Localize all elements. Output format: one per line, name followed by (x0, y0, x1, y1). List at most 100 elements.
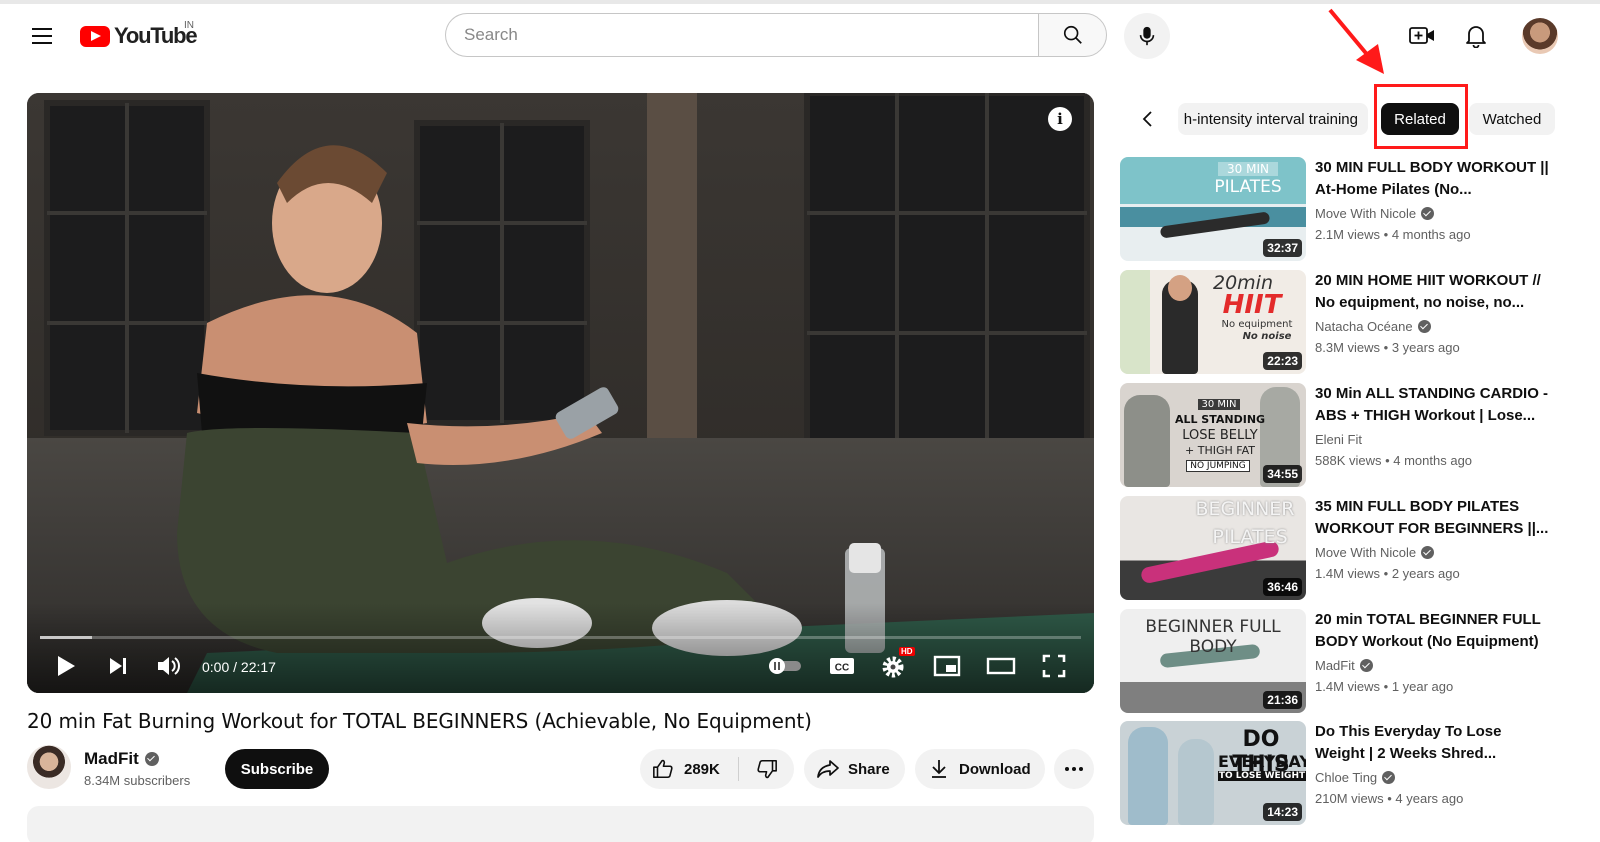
search-input[interactable] (445, 13, 1038, 57)
more-actions-button[interactable] (1054, 749, 1094, 789)
related-channel-name: Move With Nicole (1315, 206, 1417, 221)
thumbnail-caption: NO JUMPING (1186, 460, 1250, 472)
volume-button[interactable] (154, 651, 184, 681)
video-title: 20 min Fat Burning Workout for TOTAL BEG… (27, 709, 812, 733)
region-code: IN (184, 20, 194, 31)
search-icon (1063, 25, 1082, 44)
video-duration: 22:23 (1263, 352, 1302, 370)
gear-icon (882, 656, 904, 678)
thumbnail-caption: 30 MIN (1218, 162, 1278, 176)
thumbnail-caption: HIIT (1222, 290, 1282, 320)
subtitles-button[interactable]: CC (827, 651, 857, 681)
related-video-item[interactable]: 30 MIN ALL STANDING LOSE BELLY + THIGH F… (1120, 383, 1560, 487)
related-video-item[interactable]: 30 MIN PILATES 32:37 30 MIN FULL BODY WO… (1120, 157, 1560, 261)
play-button[interactable] (51, 651, 81, 681)
chip-watched[interactable]: Watched (1469, 103, 1555, 135)
like-button[interactable]: 289K (640, 749, 738, 789)
autoplay-toggle[interactable] (765, 651, 805, 681)
share-label: Share (848, 760, 890, 778)
upload-age: 3 years ago (1391, 340, 1460, 355)
subscribe-button[interactable]: Subscribe (225, 749, 329, 789)
share-button[interactable]: Share (804, 749, 905, 789)
download-icon (932, 760, 946, 778)
dislike-button[interactable] (739, 749, 794, 789)
cc-icon: CC (830, 658, 854, 674)
bell-icon (1466, 26, 1486, 48)
channel-name-link[interactable]: MadFit (84, 749, 159, 769)
notifications-button[interactable] (1458, 18, 1494, 54)
description-box[interactable] (27, 806, 1094, 842)
info-button[interactable]: i (1048, 107, 1072, 131)
time-separator: / (229, 659, 241, 675)
video-duration: 34:55 (1263, 465, 1302, 483)
fullscreen-icon (1042, 654, 1066, 678)
related-filter-chips: h-intensity interval training Related Wa… (1120, 98, 1580, 140)
verified-icon (144, 752, 159, 766)
video-thumbnail[interactable]: BEGINNER FULL BODY 21:36 (1120, 609, 1306, 713)
thumbnail-caption: PILATES (1212, 526, 1288, 548)
thumbnail-caption: No noise (1242, 331, 1292, 342)
view-count: 210M views (1315, 791, 1384, 806)
miniplayer-button[interactable] (932, 651, 962, 681)
video-duration: 21:36 (1263, 691, 1302, 709)
svg-text:CC: CC (835, 663, 849, 674)
thumbs-up-icon (653, 759, 673, 779)
miniplayer-icon (933, 655, 961, 677)
video-thumbnail[interactable]: 20min HIIT No equipment No noise 22:23 (1120, 270, 1306, 374)
thumbnail-caption: ALL STANDING (1174, 413, 1266, 426)
related-video-item[interactable]: BEGINNER FULL BODY 21:36 20 min TOTAL BE… (1120, 609, 1560, 713)
annotation-arrow-icon (1328, 8, 1384, 74)
download-button[interactable]: Download (915, 749, 1045, 789)
channel-avatar[interactable] (27, 745, 71, 789)
current-time: 0:00 (202, 659, 230, 675)
theater-mode-button[interactable] (985, 651, 1017, 681)
related-channel: Move With Nicole (1315, 206, 1435, 221)
fullscreen-button[interactable] (1039, 651, 1069, 681)
video-duration: 36:46 (1263, 578, 1302, 596)
video-thumbnail[interactable]: 30 MIN PILATES 32:37 (1120, 157, 1306, 261)
video-player[interactable]: i 0:00 / 22:17 CC HD (27, 93, 1094, 693)
search-button[interactable] (1038, 13, 1107, 57)
upload-age: 4 months ago (1393, 453, 1473, 468)
verified-icon (1382, 771, 1396, 784)
youtube-logo[interactable]: YouTube (80, 22, 198, 50)
mic-icon (1139, 26, 1155, 46)
theater-icon (986, 657, 1016, 675)
video-thumbnail[interactable]: BEGINNER PILATES 36:46 (1120, 496, 1306, 600)
related-video-item[interactable]: 20min HIIT No equipment No noise 22:23 2… (1120, 270, 1560, 374)
verified-icon (1421, 207, 1435, 220)
verified-icon (1359, 659, 1373, 672)
next-icon (110, 658, 126, 674)
chips-scroll-left-button[interactable] (1132, 104, 1162, 134)
video-duration: 14:23 (1263, 803, 1302, 821)
view-count: 1.4M views (1315, 679, 1381, 694)
thumbnail-caption: BEGINNER (1195, 498, 1295, 520)
settings-button[interactable]: HD (879, 647, 915, 681)
thumbnail-caption: LOSE BELLY (1182, 428, 1258, 443)
video-thumbnail[interactable]: 30 MIN ALL STANDING LOSE BELLY + THIGH F… (1120, 383, 1306, 487)
hd-badge: HD (899, 647, 915, 656)
view-count: 1.4M views (1315, 566, 1381, 581)
thumbnail-caption: EVERYDAY (1218, 752, 1306, 771)
related-video-title: 20 MIN HOME HIIT WORKOUT // No equipment… (1315, 272, 1541, 311)
search-bar (445, 13, 1107, 57)
video-thumbnail[interactable]: DO THIS EVERYDAY TO LOSE WEIGHT 14:23 (1120, 721, 1306, 825)
progress-bar[interactable] (40, 636, 1081, 639)
create-video-icon (1409, 27, 1434, 44)
channel-name: MadFit (84, 749, 139, 768)
account-avatar[interactable] (1522, 18, 1558, 54)
related-video-item[interactable]: BEGINNER PILATES 36:46 35 MIN FULL BODY … (1120, 496, 1560, 600)
related-channel-name: Move With Nicole (1315, 545, 1417, 560)
create-button[interactable] (1404, 18, 1440, 54)
voice-search-button[interactable] (1124, 13, 1170, 59)
chip-hiit[interactable]: h-intensity interval training (1178, 103, 1368, 135)
more-horizontal-icon (1065, 767, 1083, 771)
related-channel-name: Natacha Océane (1315, 319, 1413, 334)
thumbnail-caption: PILATES (1214, 177, 1282, 197)
related-video-item[interactable]: DO THIS EVERYDAY TO LOSE WEIGHT 14:23 Do… (1120, 721, 1560, 825)
related-channel-name: Chloe Ting (1315, 770, 1378, 785)
next-button[interactable] (103, 651, 133, 681)
related-channel-name: MadFit (1315, 658, 1355, 673)
hamburger-icon[interactable] (24, 18, 60, 54)
thumbnail-caption: + THIGH FAT (1185, 444, 1255, 457)
